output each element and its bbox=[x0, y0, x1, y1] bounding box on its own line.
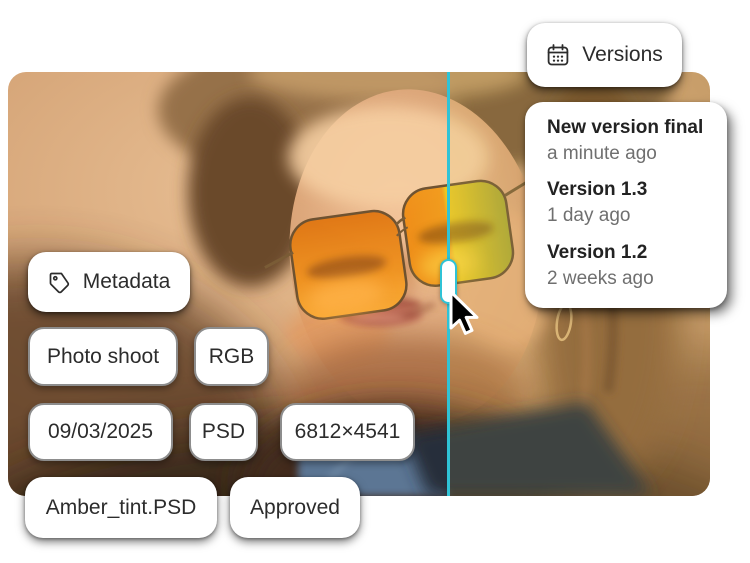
version-time: 2 weeks ago bbox=[547, 267, 705, 292]
tag-label: 09/03/2025 bbox=[48, 420, 153, 444]
tag-label: RGB bbox=[209, 345, 255, 369]
metadata-tag-file-format[interactable]: PSD bbox=[189, 403, 258, 461]
metadata-tag-file-name[interactable]: Amber_tint.PSD bbox=[25, 477, 217, 538]
metadata-tag-keyword[interactable]: Photo shoot bbox=[28, 327, 178, 386]
tag-icon bbox=[48, 271, 71, 294]
tag-label: Approved bbox=[250, 496, 340, 520]
versions-button[interactable]: Versions bbox=[527, 23, 682, 87]
metadata-button-label: Metadata bbox=[83, 270, 171, 294]
version-list-item[interactable]: Version 1.3 1 day ago bbox=[547, 179, 705, 228]
tag-label: Photo shoot bbox=[47, 345, 159, 369]
version-time: 1 day ago bbox=[547, 204, 705, 229]
version-list-item[interactable]: New version final a minute ago bbox=[547, 117, 705, 166]
versions-button-label: Versions bbox=[582, 43, 663, 67]
version-title: Version 1.3 bbox=[547, 179, 705, 202]
version-title: Version 1.2 bbox=[547, 242, 705, 265]
version-list-item[interactable]: Version 1.2 2 weeks ago bbox=[547, 242, 705, 291]
tag-label: PSD bbox=[202, 420, 245, 444]
metadata-button[interactable]: Metadata bbox=[28, 252, 190, 312]
metadata-tag-dimensions[interactable]: 6812×4541 bbox=[280, 403, 415, 461]
version-time: a minute ago bbox=[547, 142, 705, 167]
version-title: New version final bbox=[547, 117, 705, 140]
metadata-tag-status[interactable]: Approved bbox=[230, 477, 360, 538]
metadata-tag-color-mode[interactable]: RGB bbox=[194, 327, 269, 386]
tag-label: Amber_tint.PSD bbox=[46, 496, 197, 520]
before-after-slider-handle[interactable] bbox=[440, 259, 457, 304]
asset-preview-stage: Versions New version final a minute ago … bbox=[0, 0, 750, 563]
calendar-icon bbox=[546, 43, 570, 67]
versions-panel: New version final a minute ago Version 1… bbox=[525, 102, 727, 308]
metadata-tag-date[interactable]: 09/03/2025 bbox=[28, 403, 173, 461]
tag-label: 6812×4541 bbox=[295, 420, 401, 444]
